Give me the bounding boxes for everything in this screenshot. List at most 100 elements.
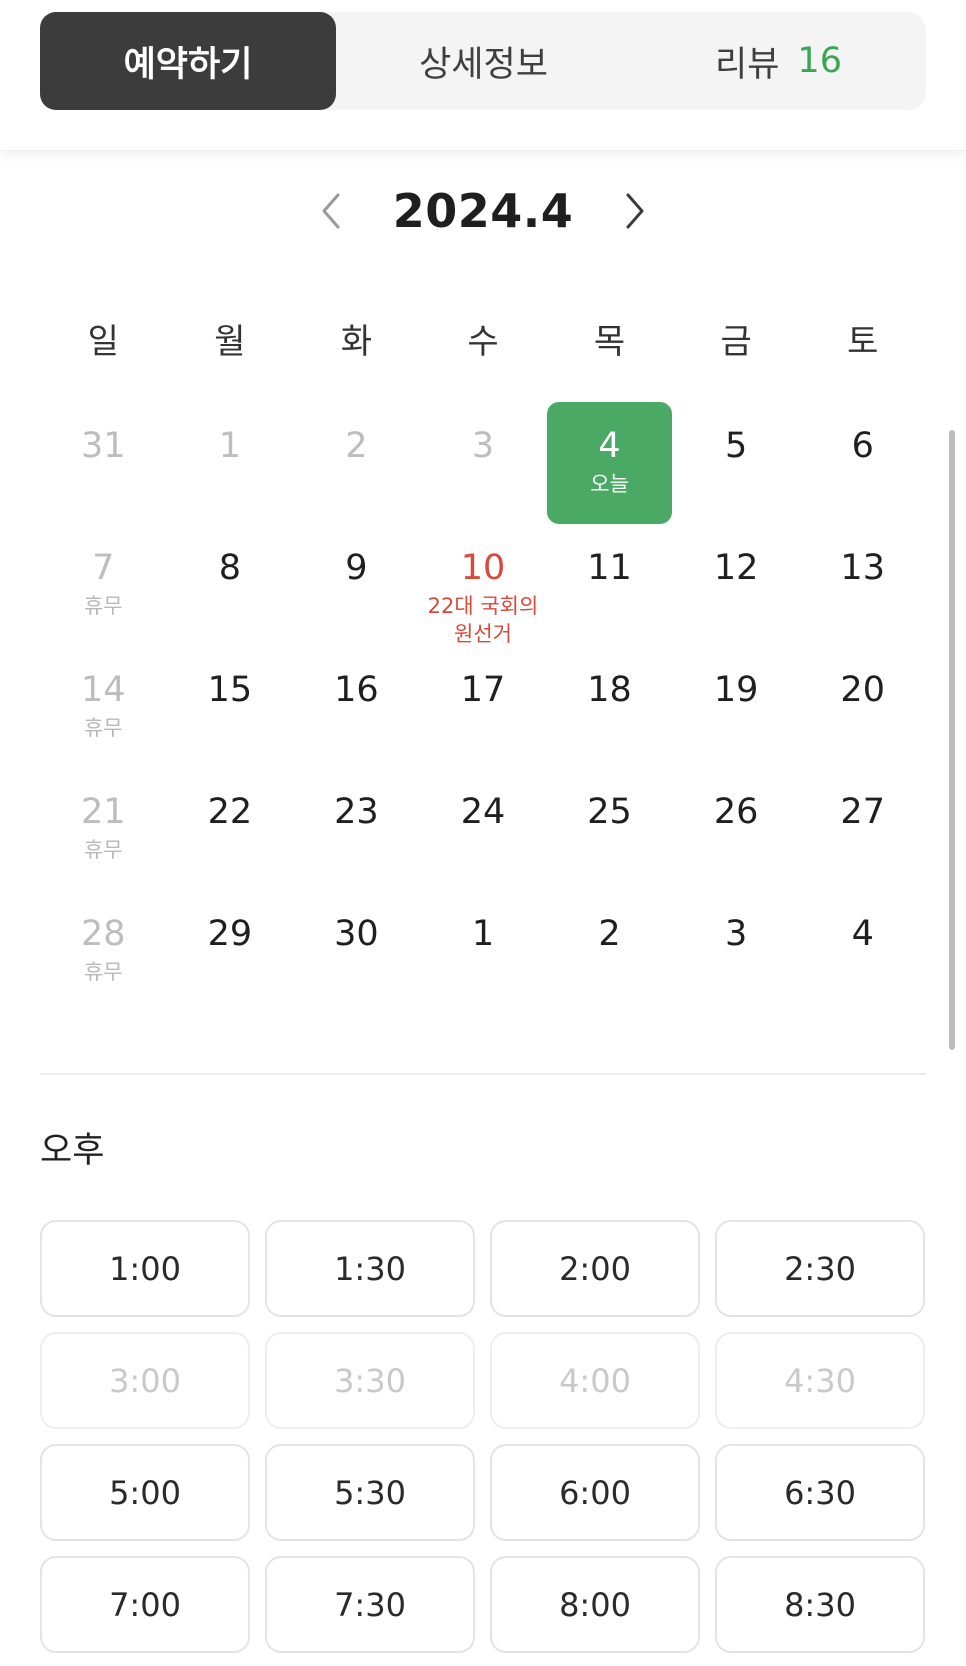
calendar-day[interactable]: 17 [420,644,547,766]
calendar-day[interactable]: 19 [673,644,800,766]
day-number: 3 [724,914,748,954]
time-slot-button[interactable]: 2:00 [490,1220,700,1317]
next-month-button[interactable] [615,186,655,236]
day-note: 휴무 [83,960,123,984]
time-slot-button[interactable]: 7:00 [40,1556,250,1653]
prev-month-button[interactable] [311,186,351,236]
weekday-label: 금 [720,322,752,362]
calendar-day[interactable]: 11 [546,522,673,644]
calendar-day[interactable]: 5 [673,400,800,522]
day-number: 1 [471,914,495,954]
tab-reviews[interactable]: 리뷰 16 [631,12,926,110]
day-number: 29 [207,914,253,954]
section-divider [40,1073,926,1075]
tab-label: 상세정보 [419,44,548,85]
day-number: 27 [840,792,885,832]
calendar-day: 28 휴무 [40,888,167,1010]
day-number: 20 [840,670,885,710]
time-slot-button: 4:00 [490,1332,700,1429]
day-number: 1 [218,426,241,466]
time-slot-button[interactable]: 8:00 [490,1556,700,1653]
calendar-day: 1 [167,400,294,522]
calendar-day[interactable]: 23 [293,766,420,888]
calendar-day[interactable]: 27 [799,766,926,888]
day-number: 23 [334,792,379,832]
time-slot-button: 3:00 [40,1332,250,1429]
chevron-left-icon [322,193,340,229]
month-navigator: 2024.4 [0,178,966,244]
period-label: 오후 [40,1131,105,1171]
calendar-grid: 31 1 2 3 4 오늘 5 6 7 휴무 8 9 10 22대 국회의 원선거 11 12 13 14 휴무 15… [40,400,926,1010]
day-note: 22대 국회의 원선거 [427,594,539,646]
tab-details[interactable]: 상세정보 [336,12,631,110]
time-slot-button[interactable]: 5:00 [40,1444,250,1541]
time-slot-grid: 1:00 1:30 2:00 2:30 3:00 3:30 4:00 4:30 5:00 5:30… [40,1220,926,1653]
day-note: 휴무 [83,716,123,740]
day-number: 5 [724,426,748,466]
weekday-label: 토 [847,322,879,362]
calendar-day[interactable]: 22 [167,766,294,888]
calendar-day[interactable]: 13 [799,522,926,644]
day-number: 15 [207,670,253,710]
review-count-badge: 16 [797,41,842,81]
scrollbar[interactable] [949,430,955,1050]
calendar-day[interactable]: 1 [420,888,547,1010]
time-slot-button[interactable]: 2:30 [715,1220,925,1317]
calendar-day: 14 휴무 [40,644,167,766]
tab-label: 리뷰 [715,44,780,85]
day-number: 4 [851,914,874,954]
calendar-day: 31 [40,400,167,522]
time-slot-button[interactable]: 5:30 [265,1444,475,1541]
day-note: 휴무 [83,838,123,862]
day-number: 14 [81,670,126,710]
calendar-day[interactable]: 24 [420,766,547,888]
tab-reservation[interactable]: 예약하기 [40,12,336,110]
day-number: 2 [598,914,621,954]
calendar-day[interactable]: 25 [546,766,673,888]
weekday-label: 화 [340,322,373,362]
day-number: 2 [345,426,368,466]
month-title: 2024.4 [392,184,574,238]
time-slot-button[interactable]: 8:30 [715,1556,925,1653]
day-note: 오늘 [590,472,629,496]
day-number: 17 [460,670,506,710]
time-slot-button[interactable]: 6:00 [490,1444,700,1541]
calendar-day[interactable]: 26 [673,766,800,888]
calendar-day[interactable]: 12 [673,522,800,644]
calendar-day[interactable]: 10 22대 국회의 원선거 [420,522,547,646]
day-number: 25 [587,792,632,832]
tab-bar: 예약하기 상세정보 리뷰 16 [40,12,926,110]
tab-header: 예약하기 상세정보 리뷰 16 [0,0,966,151]
day-number: 16 [334,670,379,710]
time-slot-button[interactable]: 7:30 [265,1556,475,1653]
calendar-day[interactable]: 2 [546,888,673,1010]
time-slot-button[interactable]: 1:30 [265,1220,475,1317]
time-slot-button[interactable]: 1:00 [40,1220,250,1317]
calendar-day[interactable]: 9 [293,522,420,644]
day-number: 12 [713,548,759,588]
calendar-day: 21 휴무 [40,766,167,888]
day-number: 6 [851,426,874,466]
calendar-day[interactable]: 4 [799,888,926,1010]
calendar-day[interactable]: 6 [799,400,926,522]
day-number: 9 [345,548,368,588]
day-number: 30 [334,914,379,954]
calendar-day[interactable]: 30 [293,888,420,1010]
day-number: 11 [587,548,632,588]
calendar-day: 2 [293,400,420,522]
tab-label: 예약하기 [123,44,253,85]
weekday-label: 목 [593,322,626,362]
calendar-day[interactable]: 15 [167,644,294,766]
calendar-day[interactable]: 18 [546,644,673,766]
calendar-day[interactable]: 20 [799,644,926,766]
calendar-day[interactable]: 29 [167,888,294,1010]
calendar-day[interactable]: 3 [673,888,800,1010]
calendar-day-today[interactable]: 4 오늘 [546,400,673,524]
weekday-label: 일 [87,322,119,362]
day-number: 22 [207,792,253,832]
time-slot-button[interactable]: 6:30 [715,1444,925,1541]
calendar-day[interactable]: 8 [167,522,294,644]
calendar-day[interactable]: 16 [293,644,420,766]
weekday-label: 수 [467,322,499,362]
day-note: 휴무 [83,594,123,618]
